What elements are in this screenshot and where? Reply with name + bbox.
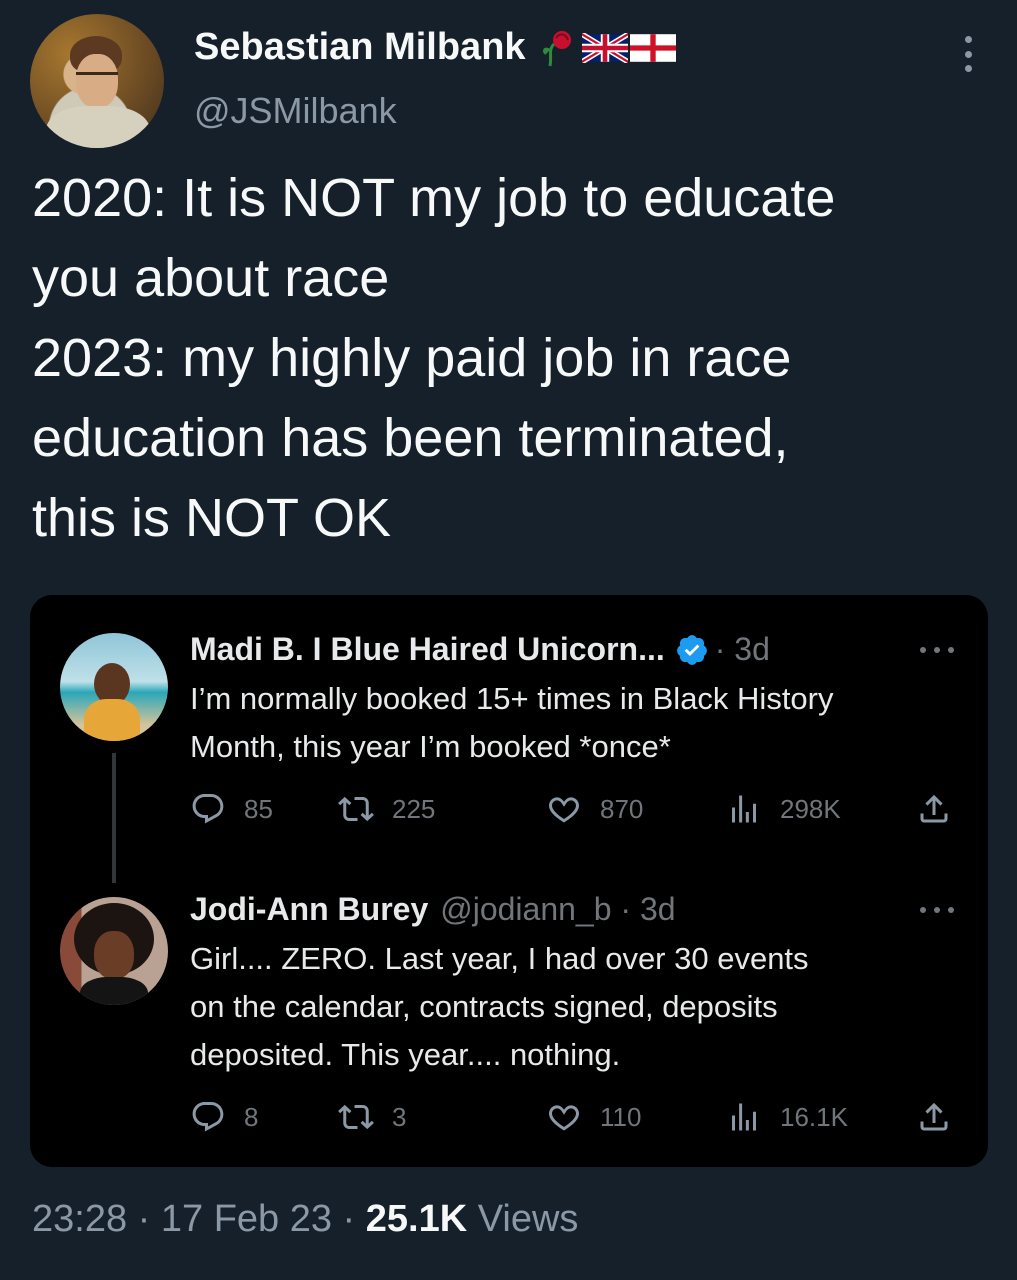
retweet-button[interactable]: 225 <box>338 791 435 827</box>
quoted-text-madi: I’m normally booked 15+ times in Black H… <box>190 681 834 764</box>
heart-icon <box>549 1105 579 1131</box>
quoted-avatar-madi[interactable] <box>60 633 168 741</box>
author-avatar[interactable] <box>30 14 164 148</box>
reply-button[interactable]: 85 <box>190 791 273 827</box>
quoted-tweet-card[interactable]: Madi B. I Blue Haired Unicorn... · 3d I’… <box>30 595 988 1167</box>
rose-icon <box>542 30 571 66</box>
reply-icon <box>192 794 224 824</box>
tweet-text: 2020: It is NOT my job to educate you ab… <box>32 168 836 548</box>
author-name-row[interactable]: Sebastian Milbank <box>194 26 676 69</box>
reply-button[interactable]: 8 <box>190 1099 258 1135</box>
quoted-more-icon-jodi[interactable] <box>920 907 954 915</box>
quoted-actions-madi: 85 225 870 298K <box>190 791 960 831</box>
retweet-count: 3 <box>392 1101 407 1132</box>
author-name[interactable]: Sebastian Milbank <box>194 26 526 69</box>
like-button[interactable]: 870 <box>546 791 643 827</box>
more-options-icon[interactable] <box>958 36 978 72</box>
quoted-handle-time-jodi[interactable]: @jodiann_b · 3d <box>440 891 675 928</box>
like-count: 110 <box>600 1101 642 1132</box>
views-button[interactable]: 16.1K <box>726 1099 848 1135</box>
tweet-footer: 23:28 · 17 Feb 23 · 25.1K Views <box>32 1198 578 1241</box>
england-flag-icon <box>629 33 676 62</box>
reply-icon <box>192 1102 224 1132</box>
heart-icon <box>549 797 579 823</box>
tweet-views-label: Views <box>467 1198 579 1240</box>
uk-flag-icon <box>581 32 628 63</box>
quoted-time-madi[interactable]: · 3d <box>715 631 770 668</box>
views-chart-icon <box>732 795 756 823</box>
author-handle[interactable]: @JSMilbank <box>194 90 397 132</box>
like-count: 870 <box>600 793 644 824</box>
share-icon <box>920 1102 948 1131</box>
views-count: 298K <box>780 793 841 824</box>
views-button[interactable]: 298K <box>726 791 841 827</box>
quoted-name-jodi[interactable]: Jodi-Ann Burey <box>190 891 428 928</box>
verified-badge-icon <box>676 634 707 665</box>
author-flags <box>540 28 676 68</box>
views-count: 16.1K <box>780 1101 848 1132</box>
quoted-header-madi: Madi B. I Blue Haired Unicorn... · 3d <box>190 631 770 668</box>
reply-count: 8 <box>244 1101 259 1132</box>
tweet-views-count[interactable]: 25.1K <box>366 1198 467 1240</box>
quoted-name-madi[interactable]: Madi B. I Blue Haired Unicorn... <box>190 631 665 668</box>
quoted-text-jodi: Girl.... ZERO. Last year, I had over 30 … <box>190 941 809 1072</box>
retweet-icon <box>338 1104 374 1130</box>
quoted-avatar-jodi[interactable] <box>60 897 168 1005</box>
retweet-button[interactable]: 3 <box>338 1099 406 1135</box>
reply-count: 85 <box>244 793 273 824</box>
retweet-count: 225 <box>392 793 436 824</box>
share-button[interactable] <box>916 791 952 827</box>
thread-connector-line <box>112 753 116 883</box>
quoted-actions-jodi: 8 3 110 16.1K <box>190 1099 960 1139</box>
tweet-timestamp[interactable]: 23:28 · 17 Feb 23 · <box>32 1198 366 1240</box>
quoted-header-jodi: Jodi-Ann Burey @jodiann_b · 3d <box>190 891 676 928</box>
retweet-icon <box>338 796 374 822</box>
like-button[interactable]: 110 <box>546 1099 641 1135</box>
share-button[interactable] <box>916 1099 952 1135</box>
share-icon <box>920 794 948 823</box>
views-chart-icon <box>732 1103 756 1131</box>
quoted-more-icon-madi[interactable] <box>920 647 954 655</box>
